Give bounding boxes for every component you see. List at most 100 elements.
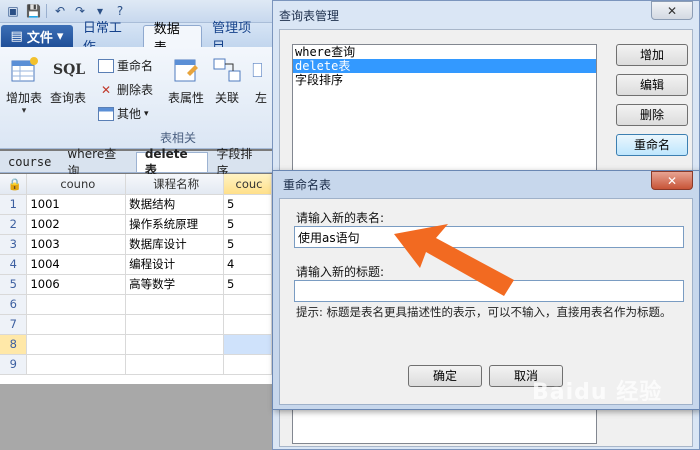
cell-course-name[interactable]: 编程设计 — [125, 254, 225, 275]
cell-course-name[interactable]: 高等数学 — [125, 274, 225, 295]
app-icon: ▣ — [7, 4, 19, 18]
column-header-course-name[interactable]: 课程名称 — [125, 174, 225, 195]
redo-icon[interactable]: ↷ — [73, 4, 87, 18]
delete-button[interactable]: 删除 — [616, 104, 688, 126]
rename-icon — [98, 58, 114, 73]
cell-couno[interactable]: 1006 — [26, 274, 127, 295]
add-table-icon — [11, 57, 38, 82]
cell-couc[interactable]: 5 — [223, 274, 272, 295]
cell-couno[interactable] — [26, 354, 127, 375]
cell-couno[interactable] — [26, 314, 127, 335]
table-row[interactable]: 7 — [0, 314, 272, 335]
table-row[interactable]: 5 1006 高等数学 5 — [0, 274, 272, 295]
cell-course-name[interactable] — [125, 294, 225, 315]
delete-table-button[interactable]: ✕ 删除表 — [98, 81, 153, 98]
help-icon[interactable]: ? — [113, 4, 127, 18]
chevron-down-icon: ▾ — [144, 108, 149, 119]
rename-query-button[interactable]: 重命名 — [616, 134, 688, 156]
doc-tab-sort[interactable]: 字段排序 — [208, 147, 272, 178]
row-number[interactable]: 7 — [0, 314, 28, 335]
undo-icon[interactable]: ↶ — [53, 4, 67, 18]
other-button[interactable]: 其他 ▾ — [98, 105, 149, 122]
tab-daily-work[interactable]: 日常工作 — [73, 21, 143, 55]
query-manager-close-button[interactable]: ✕ — [651, 1, 693, 20]
left-icon — [252, 63, 262, 77]
cell-couc[interactable]: 5 — [223, 214, 272, 235]
table-row[interactable]: 4 1004 编程设计 4 — [0, 254, 272, 275]
table-properties-button[interactable]: 表属性 — [168, 55, 204, 106]
annotation-arrow-icon — [394, 224, 514, 296]
table-row[interactable]: 3 1003 数据库设计 5 — [0, 234, 272, 255]
cell-course-name[interactable]: 数据库设计 — [125, 234, 225, 255]
save-icon[interactable]: 💾 — [26, 4, 41, 18]
left-button[interactable]: 左 — [252, 55, 270, 106]
column-header-couc[interactable]: couc — [223, 174, 272, 195]
row-number[interactable]: 2 — [0, 214, 28, 235]
data-grid: 🔒 couno 课程名称 couc 1 1001 数据结构 5 2 1002 操作系统原理 5… — [0, 174, 272, 384]
cell-course-name[interactable] — [125, 334, 225, 355]
cell-couc[interactable]: 5 — [223, 234, 272, 255]
cell-course-name[interactable] — [125, 354, 225, 375]
cell-course-name[interactable] — [125, 314, 225, 335]
cell-couc[interactable]: 5 — [223, 194, 272, 215]
query-list-item[interactable]: where查询 — [293, 45, 596, 59]
column-header-couno[interactable]: couno — [26, 174, 127, 195]
cell-couno[interactable]: 1004 — [26, 254, 127, 275]
row-number[interactable]: 1 — [0, 194, 28, 215]
cell-couno[interactable] — [26, 334, 127, 355]
separator — [46, 4, 47, 18]
query-list-item[interactable]: 字段排序 — [293, 73, 596, 87]
add-button[interactable]: 增加 — [616, 44, 688, 66]
cell-course-name[interactable]: 操作系统原理 — [125, 214, 225, 235]
tab-data-table[interactable]: 数据表 — [142, 22, 203, 56]
ok-button[interactable]: 确定 — [408, 365, 482, 387]
table-row[interactable]: 2 1002 操作系统原理 5 — [0, 214, 272, 235]
tab-manage-project[interactable]: 管理项目 — [202, 21, 272, 55]
row-number[interactable]: 6 — [0, 294, 28, 315]
cell-course-name[interactable]: 数据结构 — [125, 194, 225, 215]
delete-icon: ✕ — [100, 82, 112, 97]
grid-header-row: 🔒 couno 课程名称 couc — [0, 174, 272, 195]
doc-tab-delete[interactable]: delete表 — [135, 147, 209, 177]
row-number[interactable]: 9 — [0, 354, 28, 375]
row-number[interactable]: 3 — [0, 234, 28, 255]
table-row[interactable]: 9 — [0, 354, 272, 375]
rename-dialog-close-button[interactable]: ✕ — [651, 171, 693, 190]
row-number[interactable]: 4 — [0, 254, 28, 275]
file-icon: ▤ — [10, 28, 23, 44]
add-table-button[interactable]: 增加表 ▾ — [6, 55, 42, 116]
chevron-down-icon: ▾ — [21, 106, 27, 116]
relation-button[interactable]: 关联 — [212, 55, 242, 106]
doc-tab-where[interactable]: where查询 — [59, 147, 135, 178]
add-table-label: 增加表 — [6, 91, 43, 105]
rename-button[interactable]: 重命名 — [98, 57, 153, 74]
cell-couno[interactable]: 1002 — [26, 214, 127, 235]
query-table-label: 查询表 — [50, 91, 87, 105]
dropdown-icon[interactable]: ▾ — [93, 4, 107, 18]
cell-couc[interactable] — [223, 314, 272, 335]
baidu-watermark: Baidu 经验 — [532, 380, 663, 405]
cell-couc[interactable] — [223, 294, 272, 315]
table-icon — [98, 106, 114, 121]
file-tab-label: 文件 — [26, 30, 53, 46]
row-number[interactable]: 5 — [0, 274, 28, 295]
file-tab[interactable]: ▤ 文件 ▾ — [1, 25, 73, 47]
caption-label: 请输入新的标题: — [296, 265, 385, 279]
table-row[interactable]: 6 — [0, 294, 272, 315]
cell-couc[interactable] — [223, 334, 272, 355]
cell-couc[interactable]: 4 — [223, 254, 272, 275]
query-list-item-selected[interactable]: delete表 — [293, 59, 596, 73]
cell-couno[interactable] — [26, 294, 127, 315]
doc-tab-course[interactable]: course — [0, 152, 59, 172]
table-row[interactable]: 8 — [0, 334, 272, 355]
cell-couno[interactable]: 1001 — [26, 194, 127, 215]
cell-couno[interactable]: 1003 — [26, 234, 127, 255]
query-table-button[interactable]: SQL 查询表 — [50, 55, 86, 106]
table-row[interactable]: 1 1001 数据结构 5 — [0, 194, 272, 215]
row-number[interactable]: 8 — [0, 334, 28, 355]
sql-icon: SQL — [53, 62, 86, 78]
table-properties-label: 表属性 — [168, 91, 205, 105]
other-label: 其他 — [117, 107, 142, 121]
cell-couc[interactable] — [223, 354, 272, 375]
edit-button[interactable]: 编辑 — [616, 74, 688, 96]
